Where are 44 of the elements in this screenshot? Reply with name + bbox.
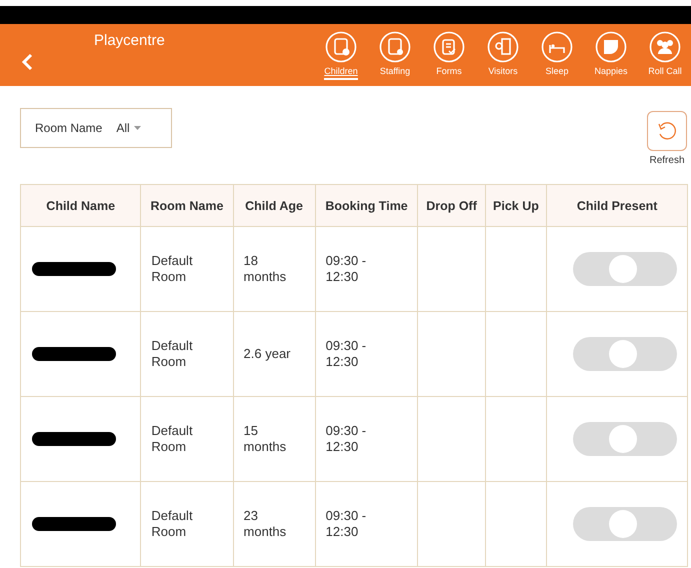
nav-tab[interactable]: Children <box>315 30 367 80</box>
table-cell: 09:30 - 12:30 <box>315 226 418 312</box>
caret-icon <box>134 126 141 130</box>
table-cell: 09:30 - 12:30 <box>315 396 418 482</box>
back-icon[interactable] <box>20 52 34 72</box>
nav-tab[interactable]: Nappies <box>585 30 637 80</box>
clipboard-check-icon <box>325 30 357 62</box>
column-header: Child Present <box>546 184 688 226</box>
nav-tab[interactable]: Roll Call <box>639 30 691 80</box>
table-cell: Default Room <box>140 396 234 482</box>
column-header: Pick Up <box>485 184 547 226</box>
document-check-icon <box>433 30 465 62</box>
column-header: Room Name <box>140 184 234 226</box>
present-toggle[interactable] <box>573 507 677 541</box>
refresh-icon <box>656 120 678 142</box>
column-header: Child Age <box>233 184 316 226</box>
column-header: Child Name <box>20 184 141 226</box>
nav-tab[interactable]: Visitors <box>477 30 529 80</box>
table-cell: Default Room <box>140 226 234 312</box>
nav-tab[interactable]: Staffing <box>369 30 421 80</box>
table-cell: 09:30 - 12:30 <box>315 312 418 396</box>
nav-tab[interactable]: Forms <box>423 30 475 80</box>
table-cell: 15 months <box>233 396 316 482</box>
group-icon <box>649 30 681 62</box>
building-pin-icon <box>487 30 519 62</box>
table-cell: 2.6 year <box>233 312 316 396</box>
nav-tab[interactable]: Sleep <box>531 30 583 80</box>
refresh-label: Refresh <box>649 155 684 166</box>
room-filter-dropdown[interactable]: Room Name All <box>20 108 172 148</box>
shape-icon <box>595 30 627 62</box>
table-cell: 18 months <box>233 226 316 312</box>
present-toggle[interactable] <box>573 252 677 286</box>
table-cell: Default Room <box>140 482 234 566</box>
clipboard-person-icon <box>379 30 411 62</box>
bed-icon <box>541 30 573 62</box>
table-cell: 23 months <box>233 482 316 566</box>
present-toggle[interactable] <box>573 337 677 371</box>
table-cell: Default Room <box>140 312 234 396</box>
present-toggle[interactable] <box>573 422 677 456</box>
refresh-button[interactable] <box>647 111 687 151</box>
table-cell: 09:30 - 12:30 <box>315 482 418 566</box>
column-header: Drop Off <box>418 184 486 226</box>
column-header: Booking Time <box>315 184 418 226</box>
centre-title: Playcentre <box>94 32 165 49</box>
